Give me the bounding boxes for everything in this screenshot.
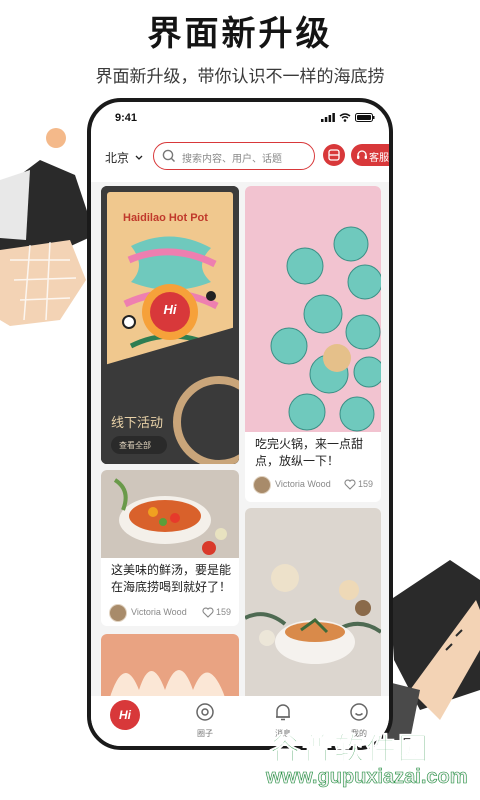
author-name: Victoria Wood <box>131 607 187 617</box>
author-name: Victoria Wood <box>275 479 331 489</box>
post-card[interactable]: 吃完火锅，来一点甜点，放纵一下！ Victoria Wood 159 <box>245 186 381 502</box>
poster-logo: Hi <box>163 302 177 317</box>
post-card[interactable] <box>245 508 381 696</box>
phone-frame: 9:41 北京 搜索内容、用户、话题 客服 Haidilao Hot Pot H… <box>87 98 393 750</box>
soup-image <box>101 470 239 558</box>
tab-circle[interactable]: 圈子 <box>185 702 225 739</box>
view-all-button[interactable]: 查看全部 <box>111 436 167 454</box>
status-bar: 9:41 <box>115 112 375 126</box>
heart-icon <box>344 479 356 490</box>
watermark-title: 谷普软件园 <box>270 732 430 768</box>
poster-brand: Haidilao Hot Pot <box>123 212 208 224</box>
site-watermark: 谷普软件园 www.gupuxiazai.com <box>262 722 480 800</box>
post-title: 吃完火锅，来一点甜点，放纵一下！ <box>255 437 364 468</box>
post-card[interactable] <box>101 634 239 696</box>
like-button[interactable]: 159 <box>202 607 231 618</box>
heart-icon <box>202 607 214 618</box>
headset-icon <box>357 150 367 159</box>
city-label: 北京 <box>105 151 130 165</box>
smile-icon <box>350 703 368 721</box>
status-time: 9:41 <box>115 112 138 124</box>
right-decoration <box>380 560 480 740</box>
scan-button[interactable] <box>323 144 345 166</box>
cupcakes-image <box>245 186 381 432</box>
tab-circle-label: 圈子 <box>197 729 213 738</box>
tab-home[interactable]: Hi <box>105 700 145 731</box>
content-feed: Haidilao Hot Pot Hi 线下活动 查看全部 吃完火锅，来一点甜点… <box>91 182 389 696</box>
scan-icon <box>328 149 340 161</box>
post-card[interactable]: 这美味的鲜汤，要是能在海底捞喝到就好了！ Victoria Wood 159 <box>101 470 239 626</box>
customer-service-label: 客服 <box>369 153 389 164</box>
chevron-down-icon <box>135 155 143 160</box>
like-count: 159 <box>357 479 373 489</box>
circle-icon <box>196 703 214 721</box>
promo-subline: 界面新升级，带你认识不一样的海底捞 <box>95 67 385 87</box>
search-placeholder: 搜索内容、用户、话题 <box>182 154 282 165</box>
post-title: 这美味的鲜汤，要是能在海底捞喝到就好了！ <box>111 563 232 594</box>
winter-soup-image <box>245 508 381 696</box>
author-avatar <box>109 604 127 622</box>
event-card[interactable]: Haidilao Hot Pot Hi 线下活动 查看全部 <box>101 186 239 464</box>
search-input[interactable]: 搜索内容、用户、话题 <box>153 142 315 170</box>
author-avatar <box>253 476 271 494</box>
meringue-pie-image <box>101 634 239 696</box>
customer-service-button[interactable]: 客服 <box>351 144 389 166</box>
battery-icon <box>355 113 375 122</box>
event-card-title: 线下活动 <box>111 416 164 431</box>
view-all-label: 查看全部 <box>119 441 151 450</box>
city-selector[interactable]: 北京 <box>105 149 143 166</box>
like-count: 159 <box>215 607 231 617</box>
search-icon <box>162 149 175 162</box>
bell-icon <box>276 704 290 721</box>
top-bar: 北京 搜索内容、用户、话题 客服 <box>91 140 389 174</box>
watermark-url: www.gupuxiazai.com <box>266 766 468 789</box>
post-meta: Victoria Wood 159 <box>253 476 373 494</box>
post-meta: Victoria Wood 159 <box>109 604 231 622</box>
wifi-icon <box>339 113 351 122</box>
like-button[interactable]: 159 <box>344 479 373 490</box>
signal-icon <box>321 113 335 122</box>
promo-headline: 界面新升级 <box>147 14 333 54</box>
home-logo-icon: Hi <box>110 700 140 730</box>
